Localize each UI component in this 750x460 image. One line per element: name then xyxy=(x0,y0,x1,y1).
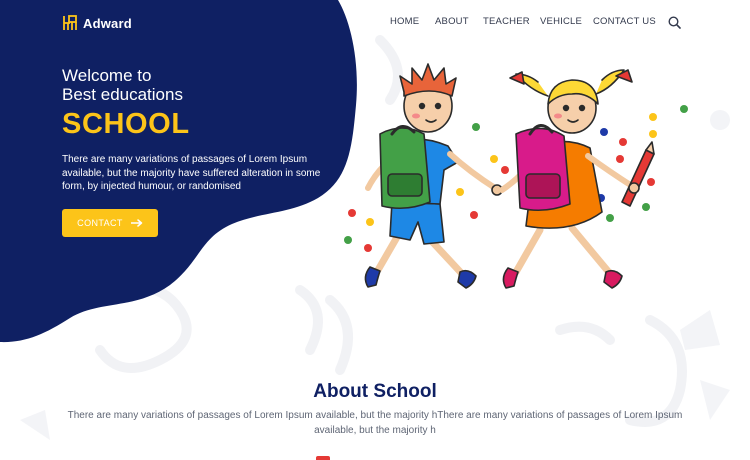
school-desk-icon xyxy=(63,15,77,30)
hero-description: There are many variations of passages of… xyxy=(62,154,321,192)
decorative-red-mark xyxy=(316,456,330,460)
main-navigation: HOME ABOUT TEACHER VEHICLE CONTACT US xyxy=(378,16,698,30)
hero-highlight: SCHOOL xyxy=(62,108,190,140)
brand-name: Adward xyxy=(83,15,132,31)
brand[interactable]: Adward xyxy=(62,13,132,33)
nav-item-contact-us[interactable]: CONTACT US xyxy=(593,16,656,27)
hero-heading-line-2: Best educations xyxy=(62,85,183,104)
contact-button[interactable]: CONTACT xyxy=(62,209,158,237)
contact-button-label: CONTACT xyxy=(77,218,123,228)
nav-item-teacher[interactable]: TEACHER xyxy=(483,16,530,27)
about-title: About School xyxy=(313,381,437,402)
girl-figure xyxy=(499,69,655,289)
about-description: There are many variations of passages of… xyxy=(67,410,683,436)
nav-item-about[interactable]: ABOUT xyxy=(435,16,469,27)
nav-item-home[interactable]: HOME xyxy=(390,16,419,27)
hero-heading-line-1: Welcome to xyxy=(62,66,152,85)
hero-content: Welcome to Best educations SCHOOL There … xyxy=(62,66,342,194)
search-icon[interactable] xyxy=(668,16,681,29)
nav-item-vehicle[interactable]: VEHICLE xyxy=(540,16,582,27)
arrow-right-icon xyxy=(130,219,143,227)
children-illustration xyxy=(344,63,688,289)
boy-figure xyxy=(364,63,503,289)
